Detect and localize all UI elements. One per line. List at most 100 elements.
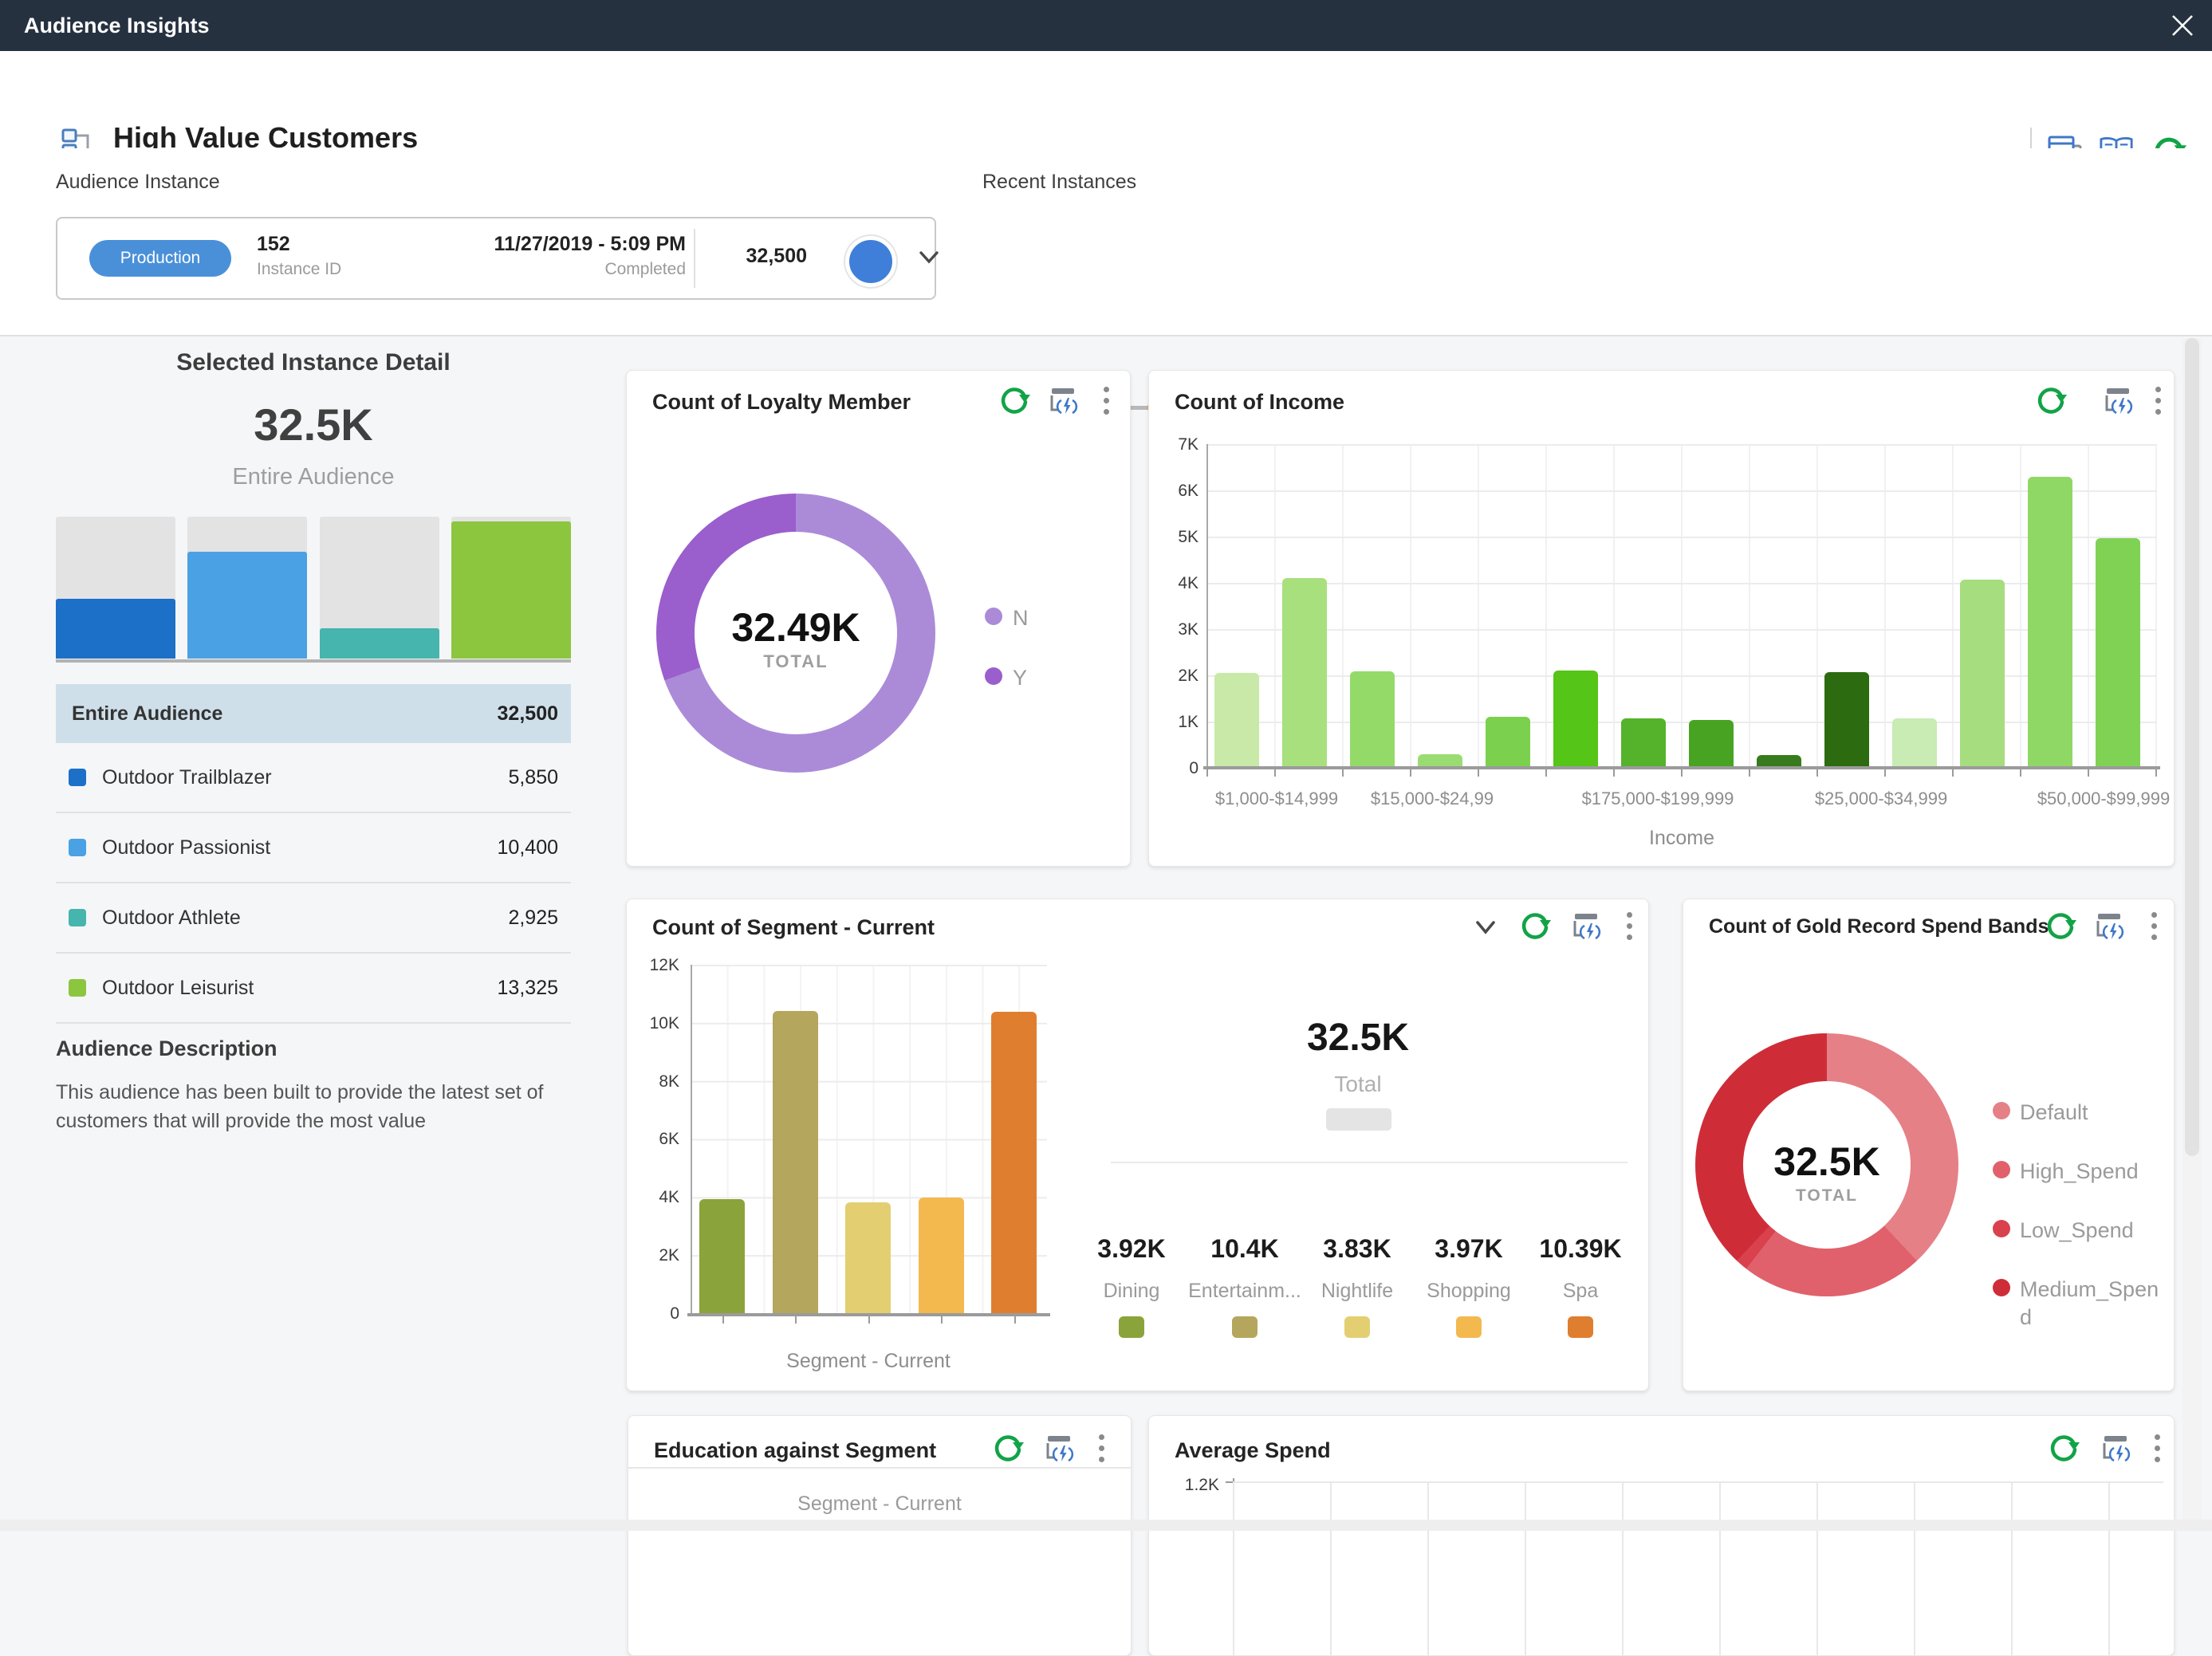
instance-id-label: Instance ID	[257, 260, 341, 279]
y-tick-label: 10K	[627, 1014, 679, 1033]
list-item-outdoor-athlete[interactable]: Outdoor Athlete 2,925	[56, 883, 571, 954]
axis-tick	[1478, 769, 1479, 777]
color-swatch	[69, 839, 86, 856]
legend-label[interactable]: N	[1013, 604, 1029, 632]
y-tick-label: 2K	[627, 1246, 679, 1265]
audience-instance-label: Audience Instance	[56, 171, 220, 194]
audience-description-title: Audience Description	[56, 1036, 277, 1061]
card-loyalty-member: Count of Loyalty Member 32.49K TOTAL N Y	[626, 370, 1131, 867]
kebab-menu-icon[interactable]	[1090, 384, 1122, 416]
legend-label[interactable]: Y	[1013, 664, 1027, 692]
list-item-value: 10,400	[498, 836, 558, 859]
bar	[1350, 671, 1395, 768]
list-item-label: Outdoor Trailblazer	[102, 766, 272, 789]
legend-dot	[985, 667, 1002, 685]
segment-item-swatch	[1344, 1316, 1370, 1338]
axis-tick	[795, 1316, 797, 1324]
y-tick-label: 4K	[1149, 574, 1198, 593]
filter-data-icon[interactable]	[2093, 910, 2125, 942]
axis-tick	[1681, 769, 1683, 777]
legend-dot	[1993, 1161, 2010, 1178]
axis-tick	[1545, 769, 1547, 777]
audience-mini-chart	[56, 517, 571, 659]
mini-bar-track	[451, 517, 571, 659]
environment-badge[interactable]: Production	[89, 240, 231, 277]
refresh-icon[interactable]	[998, 384, 1030, 416]
filter-data-icon[interactable]	[1043, 1432, 1075, 1464]
legend-label[interactable]: Default	[2020, 1099, 2088, 1127]
income-yaxis-line	[1206, 444, 1208, 768]
refresh-icon[interactable]	[2035, 384, 2067, 416]
bar	[1824, 672, 1869, 768]
axis-tick	[1952, 769, 1954, 777]
filter-data-icon[interactable]	[1047, 384, 1079, 416]
y-tick-label: 0	[627, 1304, 679, 1324]
list-item-entire-audience[interactable]: Entire Audience 32,500	[56, 684, 571, 743]
bar	[1892, 718, 1937, 768]
mini-chart-axis	[56, 659, 571, 663]
bar	[2028, 477, 2072, 768]
close-icon[interactable]	[2171, 14, 2194, 37]
income-plot	[1206, 444, 2157, 768]
axis-tick	[722, 1316, 724, 1324]
y-tick-label: 3K	[1149, 620, 1198, 639]
segment-item-label: Shopping	[1427, 1280, 1511, 1303]
mini-bar-track	[56, 517, 175, 659]
refresh-icon[interactable]	[992, 1432, 1024, 1464]
kebab-menu-icon[interactable]	[2141, 1432, 2173, 1464]
donut-total-label: TOTAL	[676, 651, 915, 672]
legend-label[interactable]: High_Spend	[2020, 1158, 2139, 1186]
list-item-outdoor-leisurist[interactable]: Outdoor Leisurist 13,325	[56, 954, 571, 1024]
card-average-spend: Average Spend 1.2K	[1148, 1415, 2175, 1656]
legend-dot	[1993, 1279, 2010, 1296]
filter-data-icon[interactable]	[2102, 384, 2134, 416]
refresh-icon[interactable]	[2045, 910, 2076, 942]
x-tick-label: $25,000-$34,999	[1815, 789, 1947, 809]
filter-data-icon[interactable]	[2100, 1432, 2131, 1464]
instance-selector[interactable]: Production 152 Instance ID 11/27/2019 - …	[56, 217, 936, 300]
segment-item-value: 10.39K	[1539, 1234, 1621, 1264]
mini-bar-track	[320, 517, 439, 659]
mini-bar	[56, 599, 175, 659]
kebab-menu-icon[interactable]	[1613, 910, 1645, 942]
chevron-down-icon[interactable]	[919, 250, 939, 265]
kebab-menu-icon[interactable]	[1085, 1432, 1117, 1464]
axis-tick	[1816, 769, 1818, 777]
refresh-icon[interactable]	[1519, 910, 1551, 942]
card-header-divider	[628, 1467, 1131, 1469]
card-title: Count of Income	[1175, 390, 1344, 415]
refresh-icon[interactable]	[2048, 1432, 2080, 1464]
legend-label[interactable]: Low_Spend	[2020, 1217, 2134, 1245]
page-header: High Value Customers	[0, 51, 2212, 150]
axis-tick	[2088, 769, 2089, 777]
legend-label[interactable]: Medium_Spend	[2020, 1276, 2159, 1331]
vertical-scrollbar[interactable]	[2182, 338, 2202, 1531]
list-item-outdoor-passionist[interactable]: Outdoor Passionist 10,400	[56, 813, 571, 883]
horizontal-scrollbar[interactable]	[0, 1520, 2212, 1531]
mini-bar	[320, 628, 439, 659]
scrollbar-thumb[interactable]	[2185, 338, 2199, 1156]
axis-tick	[941, 1316, 943, 1324]
chevron-down-icon[interactable]	[1470, 911, 1502, 943]
color-swatch	[69, 979, 86, 997]
segment-item-swatch	[1232, 1316, 1258, 1338]
instance-datetime: 11/27/2019 - 5:09 PM	[494, 233, 686, 256]
bar	[919, 1198, 964, 1313]
donut-total-label: TOTAL	[1707, 1186, 1946, 1206]
filter-data-icon[interactable]	[1570, 910, 1602, 942]
color-swatch	[69, 769, 86, 786]
bar	[773, 1011, 818, 1313]
card-gold-spend-bands: Count of Gold Record Spend Bands 32.5K T…	[1683, 899, 2175, 1391]
kebab-menu-icon[interactable]	[2138, 910, 2170, 942]
kebab-menu-icon[interactable]	[2142, 384, 2174, 416]
bar	[845, 1202, 891, 1313]
average-plot	[1233, 1481, 2163, 1655]
bar	[1621, 718, 1666, 768]
instance-count: 32,500	[746, 245, 807, 268]
detail-total-label: Entire Audience	[56, 464, 571, 490]
instance-status: Completed	[604, 260, 686, 279]
list-item-label: Outdoor Passionist	[102, 836, 270, 859]
segment-item-value: 3.97K	[1435, 1234, 1502, 1264]
list-item-outdoor-trailblazer[interactable]: Outdoor Trailblazer 5,850	[56, 743, 571, 813]
bar	[699, 1199, 745, 1313]
